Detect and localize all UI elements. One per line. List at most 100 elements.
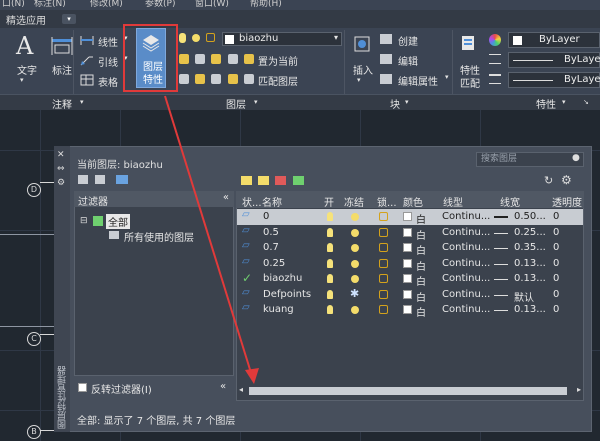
bulb-icon[interactable]: [327, 305, 333, 314]
unlock-icon[interactable]: [379, 258, 388, 268]
match-properties-icon[interactable]: [460, 34, 480, 54]
layer-on-icon[interactable]: [179, 74, 189, 84]
layer-lineweight[interactable]: 0.13...: [514, 273, 546, 284]
layer-name[interactable]: 0.7: [263, 242, 279, 253]
menu-item[interactable]: 窗口(W): [195, 0, 229, 9]
scrollbar-thumb[interactable]: [249, 387, 567, 395]
new-layer-icon[interactable]: [241, 176, 252, 185]
color-wheel-icon[interactable]: [489, 34, 501, 46]
unlock-icon[interactable]: [379, 212, 388, 221]
filter-used-layers[interactable]: 所有使用的图层: [124, 229, 194, 244]
layer-lineweight[interactable]: 0.50...: [514, 211, 546, 222]
insert-block-icon[interactable]: [352, 34, 374, 56]
col-lock[interactable]: 锁...: [377, 194, 397, 209]
sun-icon[interactable]: [351, 213, 359, 221]
insert-label[interactable]: 插入: [353, 62, 373, 77]
color-swatch[interactable]: [403, 305, 412, 314]
col-on[interactable]: 开: [324, 194, 334, 209]
layer-transparency[interactable]: 0: [553, 242, 559, 253]
layer-transparency[interactable]: 0: [553, 304, 559, 315]
panel-expand-icon[interactable]: ↘: [583, 98, 589, 106]
color-swatch[interactable]: [403, 243, 412, 252]
dimension-icon[interactable]: [50, 33, 74, 57]
section-properties[interactable]: 特性: [536, 96, 556, 111]
sun-icon[interactable]: [351, 306, 359, 314]
match-layer-label[interactable]: 匹配图层: [258, 73, 298, 88]
search-layer-input[interactable]: 搜索图层: [476, 152, 584, 167]
chevron-down-icon[interactable]: ▾: [20, 76, 24, 84]
bulb-icon[interactable]: [327, 274, 333, 283]
lineweight-dropdown[interactable]: ByLayer: [508, 72, 600, 88]
text-button-label[interactable]: 文字: [17, 62, 37, 77]
collapse-icon[interactable]: «: [223, 192, 229, 203]
bulb-icon[interactable]: [327, 227, 333, 237]
menu-item[interactable]: 参数(P): [145, 0, 175, 9]
chevron-down-icon[interactable]: ▾: [445, 73, 449, 81]
layer-row[interactable]: ▱ 0.25 白 Continu... 0.13... 0: [237, 256, 583, 273]
col-linetype[interactable]: 线型: [443, 194, 463, 209]
layer-states-icon[interactable]: [116, 175, 128, 184]
bulb-icon[interactable]: [327, 212, 333, 221]
chevron-down-icon[interactable]: ▾: [405, 98, 409, 106]
sun-icon[interactable]: [351, 259, 359, 268]
edit-label[interactable]: 编辑: [398, 53, 418, 68]
layer-transparency[interactable]: 0: [553, 273, 559, 284]
section-annotation[interactable]: 注释: [52, 96, 72, 111]
layer-name[interactable]: 0.25: [263, 258, 285, 269]
layer-freeze-icon[interactable]: [211, 54, 221, 64]
color-swatch[interactable]: [403, 227, 412, 237]
create-label[interactable]: 创建: [398, 33, 418, 48]
layer-linetype[interactable]: Continu...: [442, 273, 490, 284]
text-icon[interactable]: A: [16, 32, 33, 60]
unlock-icon[interactable]: [379, 274, 388, 283]
menu-item[interactable]: 帮助(H): [250, 0, 282, 9]
search-icon[interactable]: ●: [572, 153, 580, 163]
layer-lineweight[interactable]: 0.25...: [514, 227, 546, 238]
chevron-down-icon[interactable]: ▾: [357, 76, 361, 84]
layer-lineweight[interactable]: 0.13...: [514, 258, 546, 269]
layer-name[interactable]: biaozhu: [263, 273, 302, 284]
table-label[interactable]: 表格: [98, 74, 118, 89]
color-swatch[interactable]: [403, 258, 412, 268]
current-layer-dropdown[interactable]: biaozhu ▾: [222, 32, 342, 46]
layer-lineweight[interactable]: 0.13...: [514, 304, 546, 315]
dimension-button-label[interactable]: 标注: [52, 62, 72, 77]
layer-row[interactable]: ▱ 0 白 Continu... 0.50... 0: [237, 209, 583, 226]
set-current-label[interactable]: 置为当前: [258, 53, 298, 68]
sun-icon[interactable]: [351, 228, 359, 237]
settings-icon[interactable]: ⚙: [561, 173, 572, 187]
unlock-icon[interactable]: [379, 227, 388, 237]
layer-linetype[interactable]: Continu...: [442, 227, 490, 238]
filter-all[interactable]: 全部: [106, 214, 130, 229]
collapse-icon[interactable]: «: [220, 381, 226, 392]
chevron-down-icon[interactable]: ▾: [562, 98, 566, 106]
menu-item[interactable]: 修改(M): [90, 0, 123, 9]
scroll-left-icon[interactable]: ◂: [239, 385, 243, 394]
tab-dropdown-icon[interactable]: ▾: [62, 14, 76, 24]
layer-row[interactable]: ▱ 0.5 白 Continu... 0.25... 0: [237, 225, 583, 242]
set-current-layer-icon[interactable]: [293, 176, 304, 185]
layer-linetype[interactable]: Continu...: [442, 304, 490, 315]
close-icon[interactable]: ✕: [57, 150, 65, 160]
bulb-icon[interactable]: [327, 258, 333, 268]
sun-icon[interactable]: [351, 275, 359, 283]
bulb-icon[interactable]: [327, 243, 333, 252]
layer-off-icon[interactable]: [179, 54, 189, 64]
new-property-filter-icon[interactable]: [78, 175, 88, 184]
horizontal-scrollbar[interactable]: ◂ ▸: [237, 385, 583, 397]
settings-icon[interactable]: ⚙: [57, 178, 65, 188]
layer-transparency[interactable]: 0: [553, 211, 559, 222]
color-swatch[interactable]: [403, 274, 412, 283]
unlock-icon[interactable]: [379, 305, 388, 314]
layer-name[interactable]: 0: [263, 211, 269, 222]
color-dropdown[interactable]: ByLayer: [508, 32, 600, 48]
layer-isolate-icon[interactable]: [195, 54, 205, 64]
pin-icon[interactable]: ⇔: [57, 164, 65, 174]
leader-label[interactable]: 引线: [98, 54, 118, 69]
layer-linetype[interactable]: Continu...: [442, 242, 490, 253]
layer-name[interactable]: Defpoints: [263, 289, 311, 300]
layer-row[interactable]: ▱ kuang 白 Continu... 0.13... 0: [237, 302, 583, 319]
layer-row[interactable]: ▱ 0.7 白 Continu... 0.35... 0: [237, 240, 583, 257]
snowflake-icon[interactable]: ✱: [350, 287, 359, 300]
layer-name[interactable]: kuang: [263, 304, 294, 315]
